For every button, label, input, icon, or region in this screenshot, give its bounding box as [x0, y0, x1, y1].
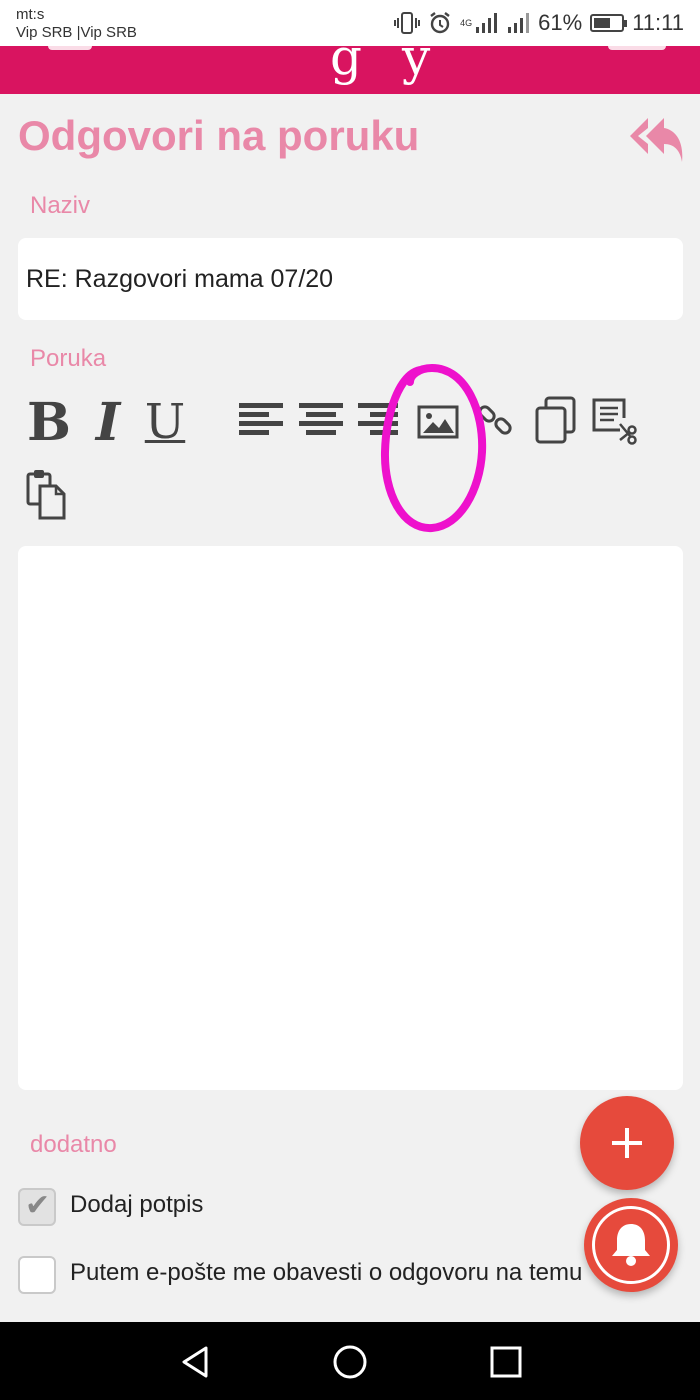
back-icon[interactable] — [176, 1342, 216, 1382]
carrier-line-2: Vip SRB |Vip SRB — [16, 24, 137, 41]
signal-icon — [506, 12, 530, 34]
italic-button[interactable]: I — [88, 392, 128, 453]
paste-icon[interactable] — [26, 468, 66, 520]
status-icons: 4G 61% 11:11 — [394, 8, 684, 38]
notification-bell-button[interactable] — [584, 1198, 678, 1292]
page-title: Odgovori na poruku — [18, 112, 420, 159]
app-header: gy — [0, 46, 700, 94]
battery-fill — [594, 18, 611, 28]
signature-checkbox[interactable]: ✔ — [18, 1188, 56, 1226]
signature-label: Dodaj potpis — [70, 1191, 204, 1218]
email-notify-label: Putem e-pošte me obavesti o odgovoru na … — [70, 1259, 583, 1286]
checkmark-icon: ✔ — [25, 1189, 51, 1222]
cut-icon[interactable] — [590, 396, 640, 446]
recents-icon[interactable] — [486, 1342, 526, 1382]
alarm-icon — [428, 11, 452, 35]
subject-label: Naziv — [30, 192, 91, 219]
signal-icon: 4G — [460, 12, 498, 34]
home-icon[interactable] — [330, 1342, 370, 1382]
battery-percent: 61% — [538, 10, 583, 35]
align-left-icon[interactable] — [236, 398, 286, 442]
battery-icon — [590, 14, 628, 32]
menu-button[interactable] — [48, 46, 92, 50]
plus-icon-vertical — [625, 1128, 629, 1158]
email-notify-checkbox[interactable] — [18, 1256, 56, 1294]
bold-button[interactable]: B — [26, 392, 72, 453]
add-button[interactable] — [580, 1096, 674, 1190]
message-label: Poruka — [30, 345, 107, 372]
navigation-bar — [0, 1322, 700, 1400]
extra-label: dodatno — [30, 1131, 117, 1158]
status-bar: mt:s Vip SRB |Vip SRB 4G 61% 11:11 — [0, 0, 700, 46]
message-editor[interactable] — [18, 546, 683, 1090]
network-type: 4G — [460, 17, 473, 28]
clock: 11:11 — [632, 10, 684, 35]
logo[interactable]: gy — [330, 46, 470, 86]
carrier-info: mt:s Vip SRB |Vip SRB — [16, 6, 137, 42]
align-center-icon[interactable] — [296, 398, 346, 442]
copy-icon[interactable] — [534, 396, 578, 446]
account-button[interactable] — [608, 46, 666, 50]
carrier-line-1: mt:s — [16, 6, 45, 23]
annotation-circle — [380, 362, 490, 534]
subject-input[interactable] — [18, 238, 683, 320]
vibrate-icon — [394, 10, 421, 36]
underline-button[interactable]: U — [140, 394, 190, 450]
bell-icon — [612, 1224, 650, 1266]
reply-all-icon[interactable] — [626, 112, 686, 168]
